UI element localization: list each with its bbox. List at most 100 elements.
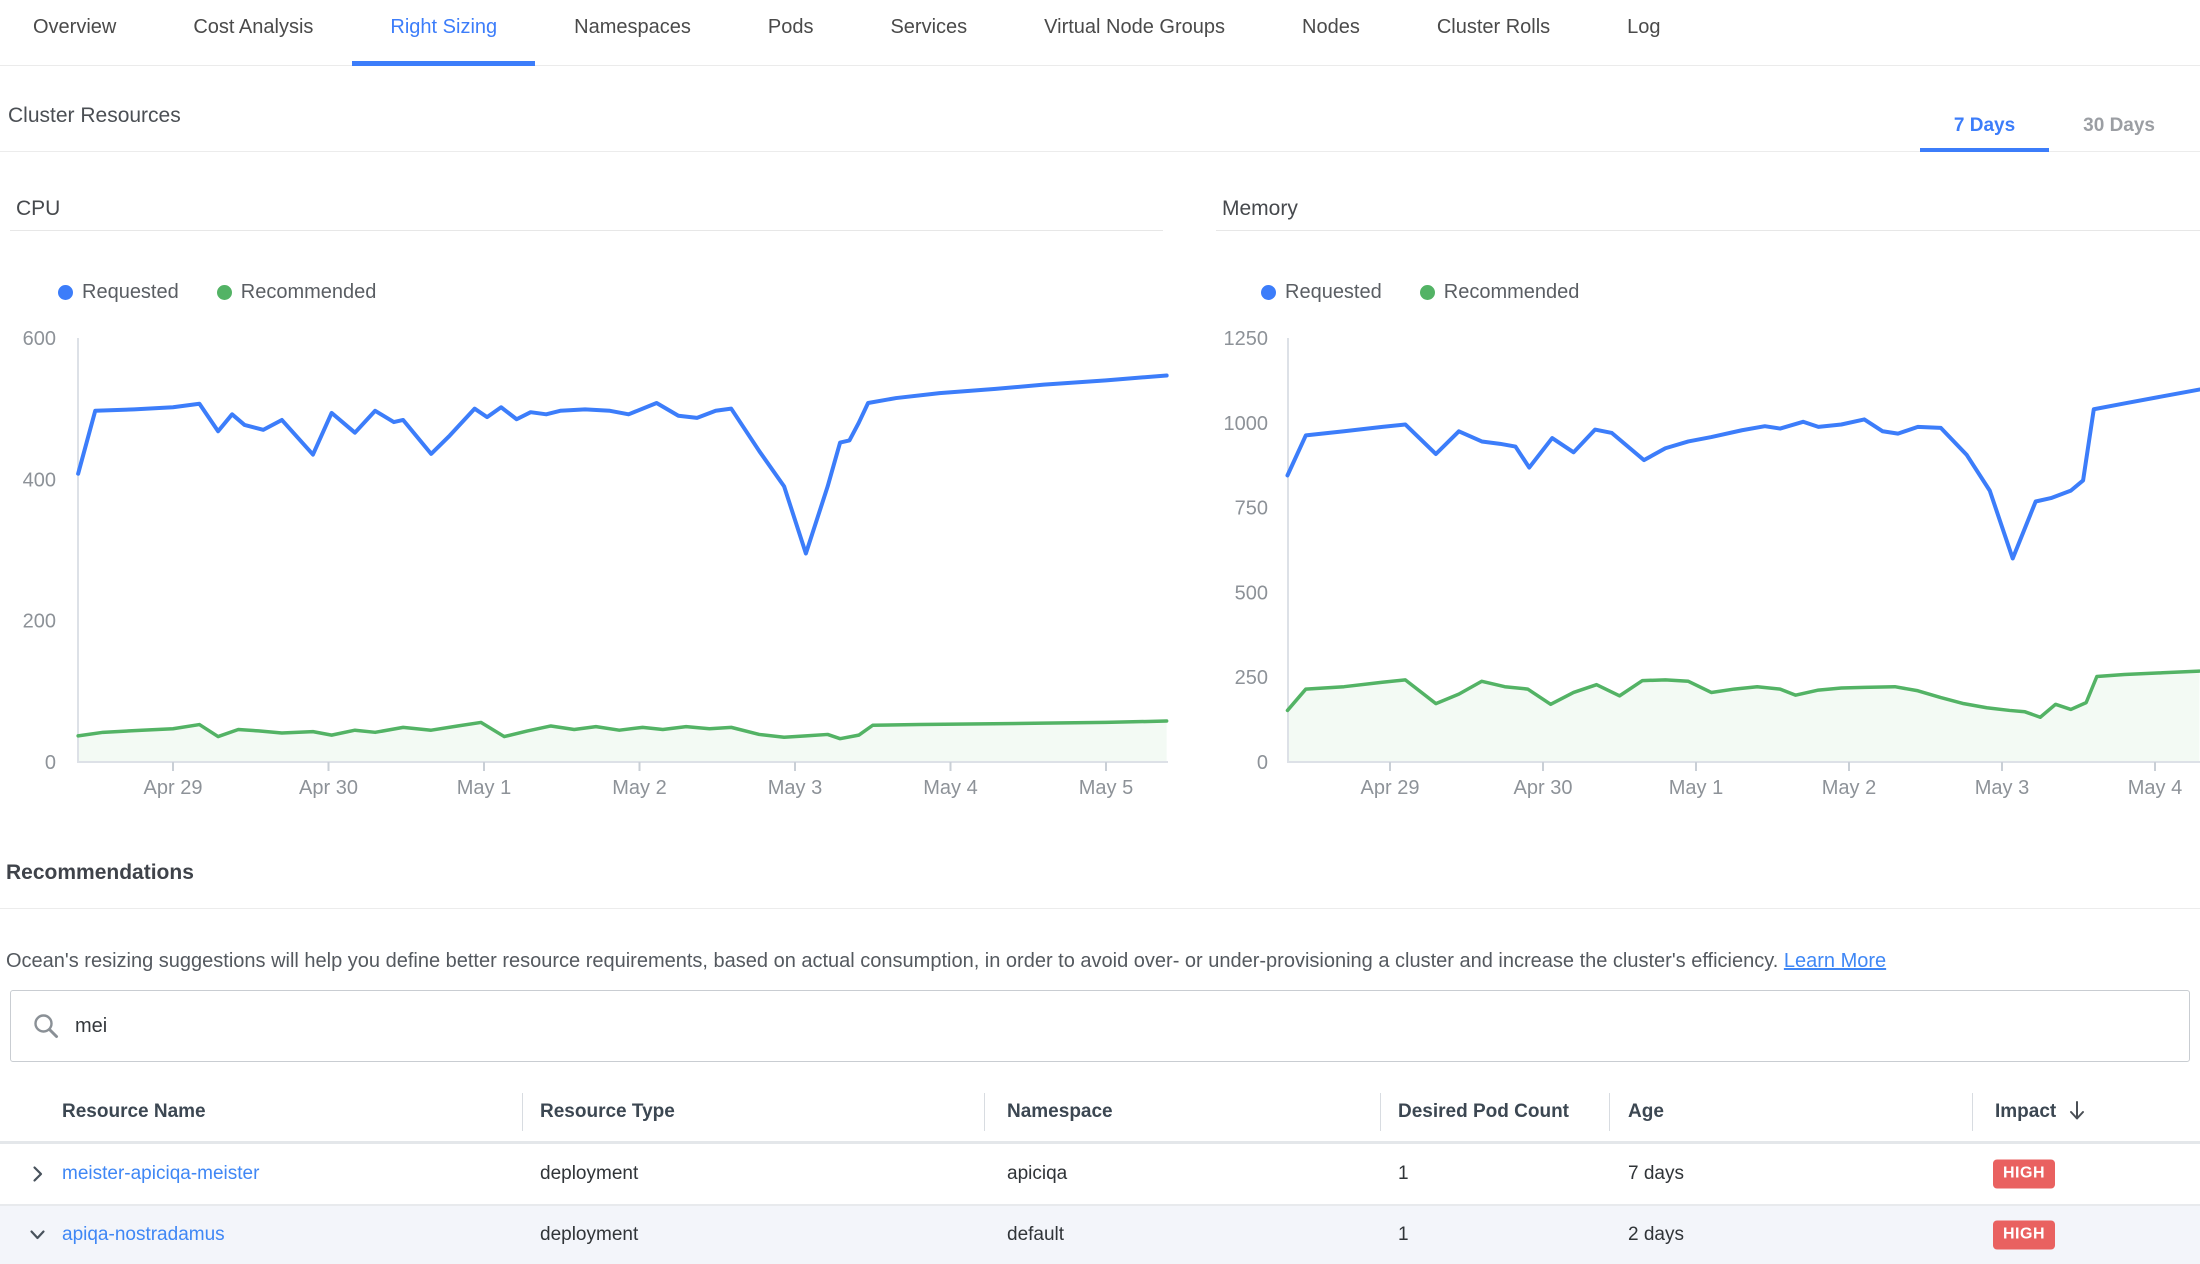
recommendations-description: Ocean's resizing suggestions will help y…: [6, 950, 1886, 973]
nav-tab-pods[interactable]: Pods: [768, 0, 814, 65]
legend-label: Requested: [82, 281, 179, 304]
nav-tab-overview[interactable]: Overview: [33, 0, 116, 65]
svg-text:May 3: May 3: [1975, 777, 2029, 799]
table-header: Resource Name Resource Type Namespace Desir…: [0, 1085, 2200, 1141]
svg-text:0: 0: [45, 752, 56, 774]
active-tab-underline: [352, 61, 535, 66]
svg-text:1000: 1000: [1224, 413, 1269, 435]
nav-tab-log[interactable]: Log: [1627, 0, 1660, 65]
column-header-desired-pod-count[interactable]: Desired Pod Count: [1398, 1101, 1569, 1123]
chevron-right-icon[interactable]: [28, 1165, 47, 1184]
nav-tab-label: Pods: [768, 16, 814, 39]
nav-tab-label: Overview: [33, 16, 116, 39]
section-divider: [0, 908, 2200, 909]
svg-text:May 2: May 2: [1822, 777, 1876, 799]
active-period-underline: [1920, 148, 2049, 152]
resource-name-link[interactable]: apiqa-nostradamus: [62, 1224, 225, 1246]
resource-type-cell: deployment: [540, 1224, 638, 1246]
resource-name-link[interactable]: meister-apiciqa-meister: [62, 1163, 259, 1185]
page-title: Cluster Resources: [8, 104, 181, 128]
legend-dot-icon: [217, 285, 232, 300]
svg-text:May 4: May 4: [2128, 777, 2182, 799]
svg-text:250: 250: [1235, 667, 1268, 689]
namespace-cell: apiciqa: [1007, 1163, 1067, 1185]
svg-text:600: 600: [23, 328, 56, 350]
nav-tab-label: Nodes: [1302, 16, 1360, 39]
svg-text:750: 750: [1235, 498, 1268, 520]
chevron-down-icon[interactable]: [28, 1226, 47, 1245]
legend-label: Requested: [1285, 281, 1382, 304]
sort-descending-icon[interactable]: [2066, 1099, 2088, 1123]
nav-tab-label: Cluster Rolls: [1437, 16, 1550, 39]
memory-chart: 025050075010001250Apr 29Apr 30May 1May 2…: [1200, 320, 2200, 802]
impact-badge: HIGH: [1993, 1221, 2055, 1250]
resource-type-cell: deployment: [540, 1163, 638, 1185]
row-divider: [0, 1204, 2200, 1206]
nav-tab-right-sizing[interactable]: Right Sizing: [390, 0, 497, 65]
nav-tab-virtual-node-groups[interactable]: Virtual Node Groups: [1044, 0, 1225, 65]
search-box: [10, 990, 2190, 1062]
namespace-cell: default: [1007, 1224, 1064, 1246]
section-divider: [0, 151, 2200, 152]
svg-text:200: 200: [23, 611, 56, 633]
nav-tab-cluster-rolls[interactable]: Cluster Rolls: [1437, 0, 1550, 65]
learn-more-link[interactable]: Learn More: [1784, 950, 1886, 972]
recommendations-title: Recommendations: [6, 861, 194, 885]
period-tab-label: 30 Days: [2083, 115, 2155, 137]
svg-text:Apr 29: Apr 29: [144, 777, 203, 799]
column-header-resource-type[interactable]: Resource Type: [540, 1101, 675, 1123]
memory-chart-legend: Requested Recommended: [1261, 281, 1579, 304]
svg-text:May 1: May 1: [1669, 777, 1723, 799]
svg-text:Apr 30: Apr 30: [299, 777, 358, 799]
legend-dot-icon: [58, 285, 73, 300]
cpu-chart: 0 200 400 600 Apr 29 Apr 30 May 1 May 2 May 3 May…: [0, 320, 1185, 802]
table-row[interactable]: apiqa-nostradamus deployment default 1 2 day…: [0, 1206, 2200, 1264]
svg-text:Apr 29: Apr 29: [1361, 777, 1420, 799]
nav-tab-nodes[interactable]: Nodes: [1302, 0, 1360, 65]
impact-badge: HIGH: [1993, 1160, 2055, 1189]
legend-item-recommended[interactable]: Recommended: [1420, 281, 1580, 304]
desired-pod-count-cell: 1: [1398, 1224, 1409, 1246]
memory-chart-title: Memory: [1216, 197, 2200, 231]
search-input[interactable]: [73, 1014, 2077, 1039]
nav-tab-services[interactable]: Services: [890, 0, 967, 65]
legend-dot-icon: [1420, 285, 1435, 300]
legend-item-recommended[interactable]: Recommended: [217, 281, 377, 304]
column-separator: [522, 1093, 523, 1131]
svg-text:May 4: May 4: [923, 777, 977, 799]
column-header-impact[interactable]: Impact: [1995, 1101, 2056, 1123]
svg-text:500: 500: [1235, 582, 1268, 604]
table-row[interactable]: meister-apiciqa-meister deployment apiciqa…: [0, 1144, 2200, 1204]
legend-item-requested[interactable]: Requested: [1261, 281, 1382, 304]
nav-tab-label: Log: [1627, 16, 1660, 39]
age-cell: 2 days: [1628, 1224, 1684, 1246]
nav-tab-label: Services: [890, 16, 967, 39]
svg-text:0: 0: [1257, 752, 1268, 774]
period-tab-label: 7 Days: [1954, 115, 2015, 137]
top-navigation: Overview Cost Analysis Right Sizing Namespa…: [0, 0, 2200, 66]
search-icon: [32, 1012, 60, 1040]
svg-text:May 2: May 2: [612, 777, 666, 799]
column-header-namespace[interactable]: Namespace: [1007, 1101, 1113, 1123]
nav-tab-label: Virtual Node Groups: [1044, 16, 1225, 39]
legend-label: Recommended: [1444, 281, 1580, 304]
svg-text:May 1: May 1: [457, 777, 511, 799]
svg-text:May 3: May 3: [768, 777, 822, 799]
nav-tab-cost-analysis[interactable]: Cost Analysis: [193, 0, 313, 65]
svg-text:May 5: May 5: [1079, 777, 1133, 799]
age-cell: 7 days: [1628, 1163, 1684, 1185]
column-header-age[interactable]: Age: [1628, 1101, 1664, 1123]
column-separator: [1609, 1093, 1610, 1131]
legend-item-requested[interactable]: Requested: [58, 281, 179, 304]
nav-tab-namespaces[interactable]: Namespaces: [574, 0, 691, 65]
column-separator: [1972, 1093, 1973, 1131]
legend-label: Recommended: [241, 281, 377, 304]
nav-tab-label: Cost Analysis: [193, 16, 313, 39]
cpu-chart-legend: Requested Recommended: [58, 281, 376, 304]
period-tab-30-days[interactable]: 30 Days: [2049, 100, 2189, 152]
period-tab-7-days[interactable]: 7 Days: [1920, 100, 2049, 152]
legend-dot-icon: [1261, 285, 1276, 300]
column-header-resource-name[interactable]: Resource Name: [62, 1101, 206, 1123]
svg-text:400: 400: [23, 469, 56, 491]
column-separator: [984, 1093, 985, 1131]
